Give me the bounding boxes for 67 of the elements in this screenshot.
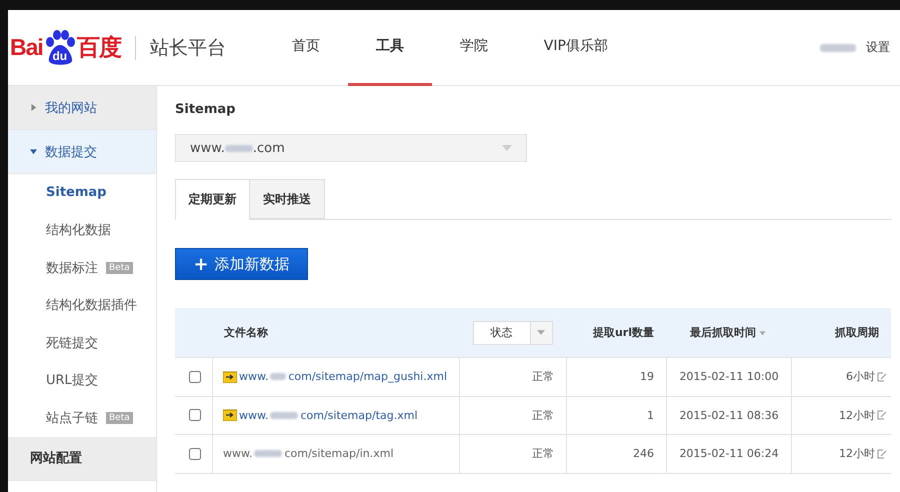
sidebar-group[interactable]: 网站配置 (8, 436, 156, 480)
column-header: 提取url数量 (592, 325, 654, 340)
folder-icon (223, 409, 237, 422)
table-cell: 12小时 (839, 446, 875, 462)
tab[interactable]: 实时推送 (250, 179, 325, 219)
page-title: Sitemap (175, 102, 236, 119)
row-checkbox[interactable] (188, 448, 200, 460)
sidebar-item[interactable]: 数据标注 Beta (8, 249, 156, 286)
row-checkbox[interactable] (188, 409, 200, 422)
sidebar-item[interactable]: 结构化数据插件 (8, 286, 156, 324)
sort-down-icon (758, 330, 767, 336)
sidebar-item[interactable]: URL提交 (8, 362, 156, 399)
nav-tab[interactable]: 首页 (264, 10, 348, 86)
row-checkbox[interactable] (188, 370, 200, 383)
sidebar-item[interactable]: 站点子链 Beta (8, 399, 156, 436)
table-cell: 2015-02-11 10:00 (666, 358, 791, 396)
paw-logo: du (42, 28, 77, 66)
sidebar-item[interactable]: 死链提交 (8, 324, 156, 362)
settings-link[interactable]: 设置 (866, 39, 890, 56)
tab[interactable]: 定期更新 (175, 179, 250, 220)
file-link[interactable]: www. (223, 447, 252, 460)
file-link[interactable]: www. (239, 370, 268, 384)
beta-badge: Beta (106, 412, 133, 424)
caret-down-icon (30, 148, 37, 155)
folder-icon (223, 370, 237, 383)
caret-right-icon (30, 104, 37, 111)
table-cell: 正常 (459, 358, 566, 396)
sidebar-item[interactable]: Sitemap (8, 174, 156, 212)
site-select[interactable]: www. .com (175, 134, 527, 162)
column-header: 抓取周期 (835, 325, 879, 340)
file-link[interactable]: com/sitemap/in.xml (284, 447, 394, 460)
column-header[interactable]: 最后抓取时间 (690, 325, 756, 340)
caret-down-icon (537, 330, 545, 335)
table-cell: 2015-02-11 08:36 (666, 396, 791, 434)
blurred-domain (254, 450, 282, 458)
sidebar-group[interactable]: 我的网站 (8, 86, 156, 130)
blurred-domain (270, 412, 298, 419)
logo-text: 百度 (76, 33, 121, 62)
sidebar-item[interactable]: 结构化数据 (8, 212, 156, 249)
table-cell: 正常 (459, 435, 566, 472)
blurred-username (820, 44, 856, 52)
sidebar-group[interactable]: 数据提交 (8, 130, 156, 174)
file-link[interactable]: com/sitemap/map_gushi.xml (288, 370, 447, 384)
status-filter[interactable]: 状态 (472, 320, 552, 344)
nav-tab[interactable]: 学院 (432, 10, 516, 86)
caret-down-icon (502, 145, 512, 151)
product-title: 站长平台 (150, 36, 226, 60)
table-cell: 6小时 (846, 369, 875, 384)
table-cell: 246 (566, 435, 666, 472)
logo-text: Bai (10, 34, 43, 61)
beta-badge: Beta (106, 262, 133, 274)
table-cell: 正常 (459, 396, 566, 434)
edit-icon[interactable] (877, 410, 887, 420)
nav-tab[interactable]: VIP俱乐部 (516, 10, 636, 86)
file-link[interactable]: com/sitemap/tag.xml (300, 408, 418, 422)
table-cell: 12小时 (839, 408, 875, 423)
edit-icon[interactable] (877, 448, 887, 459)
table-cell: 1 (566, 396, 666, 434)
edit-icon[interactable] (877, 372, 887, 382)
blurred-domain (270, 373, 286, 380)
column-header: 文件名称 (224, 325, 268, 340)
table-cell: 2015-02-11 06:24 (666, 435, 791, 472)
blurred-domain (224, 144, 253, 152)
nav-tab[interactable]: 工具 (348, 10, 432, 86)
add-data-button[interactable]: + 添加新数据 (175, 248, 308, 280)
file-link[interactable]: www. (239, 408, 268, 422)
table-cell: 19 (566, 358, 666, 396)
